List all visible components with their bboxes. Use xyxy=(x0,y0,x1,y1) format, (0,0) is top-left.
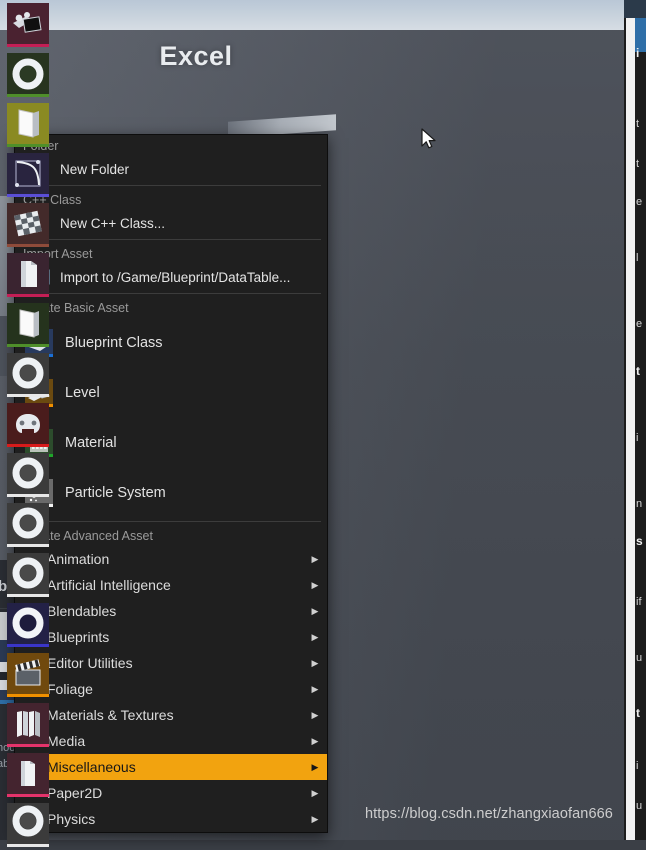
right-strip-page xyxy=(626,18,635,840)
menu-item-particle-system[interactable]: Particle System xyxy=(15,468,327,518)
submenu-item-materials-and-textures[interactable]: Materials & Textures ▶ xyxy=(15,702,327,728)
menu-divider xyxy=(21,293,321,294)
right-strip-fragment: u xyxy=(636,800,643,812)
menu-item-label: Paper2D xyxy=(47,785,103,801)
right-strip-fragment: l xyxy=(636,252,639,264)
watermark-text: https://blog.csdn.net/zhangxiaofan666 xyxy=(365,806,613,822)
submenu-item-blendables[interactable]: Blendables ▶ xyxy=(15,598,327,624)
right-strip-fragment: n xyxy=(636,498,643,510)
menu-item-label: Blendables xyxy=(47,603,117,619)
level-variant-sets-icon xyxy=(7,603,49,647)
menu-item-label: Blueprints xyxy=(47,629,110,645)
menu-item-label: Animation xyxy=(47,551,110,567)
menu-item-label: Artificial Intelligence xyxy=(47,577,171,593)
right-strip-fragment: if xyxy=(636,596,642,608)
chevron-right-icon: ▶ xyxy=(311,813,319,824)
force-feedback-effect-icon xyxy=(7,403,49,447)
menu-divider xyxy=(21,521,321,522)
haptic-feedback-effect-sound-wave-icon xyxy=(7,553,49,597)
object-library-icon xyxy=(7,703,49,747)
section-header-folder: Folder xyxy=(15,135,327,156)
menu-item-label: Media xyxy=(47,733,86,749)
submenu-item-physics[interactable]: Physics ▶ xyxy=(15,806,327,832)
sky-backdrop xyxy=(0,0,646,30)
right-strip-fragment: t xyxy=(636,158,640,170)
menu-item-label: New Folder xyxy=(60,161,130,177)
matinee-data-icon xyxy=(7,653,49,697)
menu-item-label: Foliage xyxy=(47,681,93,697)
menu-item-material[interactable]: Material xyxy=(15,418,327,468)
data-asset-icon xyxy=(7,253,49,297)
chevron-right-icon: ▶ xyxy=(311,683,319,694)
camera-anim-icon xyxy=(7,3,49,47)
chevron-right-icon: ▶ xyxy=(311,709,319,720)
scene-text-excel: Excel xyxy=(159,41,233,71)
submenu-item-paper2d[interactable]: Paper2D ▶ xyxy=(15,780,327,806)
section-header-cpp-class: C++ Class xyxy=(23,193,82,207)
menu-item-label: Materials & Textures xyxy=(47,707,174,723)
composite-data-table-icon xyxy=(7,103,49,147)
menu-item-label: Miscellaneous xyxy=(47,759,136,775)
right-strip-fragment: i xyxy=(636,760,639,772)
right-strip-titlebar xyxy=(624,0,646,18)
right-strip-fragment: t xyxy=(636,706,640,720)
chevron-right-icon: ▶ xyxy=(311,787,319,798)
submenu-item-miscellaneous[interactable]: Miscellaneous ▶ xyxy=(15,754,327,780)
menu-item-new-folder[interactable]: New Folder xyxy=(15,156,327,182)
submenu-item-editor-utilities[interactable]: Editor Utilities ▶ xyxy=(15,650,327,676)
curve-icon xyxy=(7,153,49,197)
chevron-right-icon: ▶ xyxy=(311,761,319,772)
menu-item-label: Level xyxy=(65,385,100,401)
menu-item-label: Editor Utilities xyxy=(47,655,133,671)
haptic-feedback-effect-curve-icon xyxy=(7,503,49,547)
menu-item-import-to-path[interactable]: Import to /Game/Blueprint/DataTable... xyxy=(15,264,327,290)
composite-curve-table-icon xyxy=(7,53,49,97)
mouse-cursor xyxy=(421,128,439,152)
submenu-item-animation[interactable]: Animation ▶ xyxy=(15,546,327,572)
right-strip-fragment: u xyxy=(636,652,643,664)
right-strip-fragment: t xyxy=(636,364,640,378)
menu-item-level[interactable]: Level xyxy=(15,368,327,418)
details-edge-panel[interactable]: i t t e l e t i n s if u t i u xyxy=(624,0,646,840)
curve-atlas-icon xyxy=(7,203,49,247)
section-header-create-basic-asset: Create Basic Asset xyxy=(23,301,129,315)
submenu-item-media[interactable]: Media ▶ xyxy=(15,728,327,754)
content-browser-context-menu[interactable]: Folder New Folder C++ Class C++ New C++ … xyxy=(14,134,328,833)
menu-item-label: Blueprint Class xyxy=(65,335,163,351)
right-strip-fragment: e xyxy=(636,318,643,330)
chevron-right-icon: ▶ xyxy=(311,579,319,590)
right-strip-fragment: t xyxy=(636,118,640,130)
submenu-item-foliage[interactable]: Foliage ▶ xyxy=(15,676,327,702)
right-strip-fragment: i xyxy=(636,46,640,60)
right-strip-fragment: i xyxy=(636,432,639,444)
menu-item-label: Particle System xyxy=(65,485,166,501)
data-table-icon xyxy=(7,303,49,347)
chevron-right-icon: ▶ xyxy=(311,657,319,668)
chevron-right-icon: ▶ xyxy=(311,631,319,642)
right-strip-fragment: s xyxy=(636,534,643,548)
menu-item-label: New C++ Class... xyxy=(60,215,166,231)
section-header-create-advanced-asset: Create Advanced Asset xyxy=(23,529,153,543)
slate-vector-art-data-icon xyxy=(7,803,49,847)
menu-divider xyxy=(21,239,321,240)
right-strip-fragment: e xyxy=(636,196,643,208)
section-header-import-asset: Import Asset xyxy=(23,247,93,261)
menu-item-label: Import to /Game/Blueprint/DataTable... xyxy=(60,269,291,285)
preview-mesh-collection-icon xyxy=(7,753,49,797)
menu-item-label: Physics xyxy=(47,811,96,827)
menu-item-new-cpp-class[interactable]: C++ New C++ Class... xyxy=(15,210,327,236)
haptic-feedback-effect-buffer-icon xyxy=(7,453,49,497)
force-feedback-attenuation-icon xyxy=(7,353,49,397)
submenu-item-blueprints[interactable]: Blueprints ▶ xyxy=(15,624,327,650)
submenu-item-artificial-intelligence[interactable]: Artificial Intelligence ▶ xyxy=(15,572,327,598)
chevron-right-icon: ▶ xyxy=(311,605,319,616)
chevron-right-icon: ▶ xyxy=(311,553,319,564)
menu-divider xyxy=(21,185,321,186)
menu-item-blueprint-class[interactable]: Blueprint Class xyxy=(15,318,327,368)
menu-item-label: Material xyxy=(65,435,117,451)
chevron-right-icon: ▶ xyxy=(311,735,319,746)
